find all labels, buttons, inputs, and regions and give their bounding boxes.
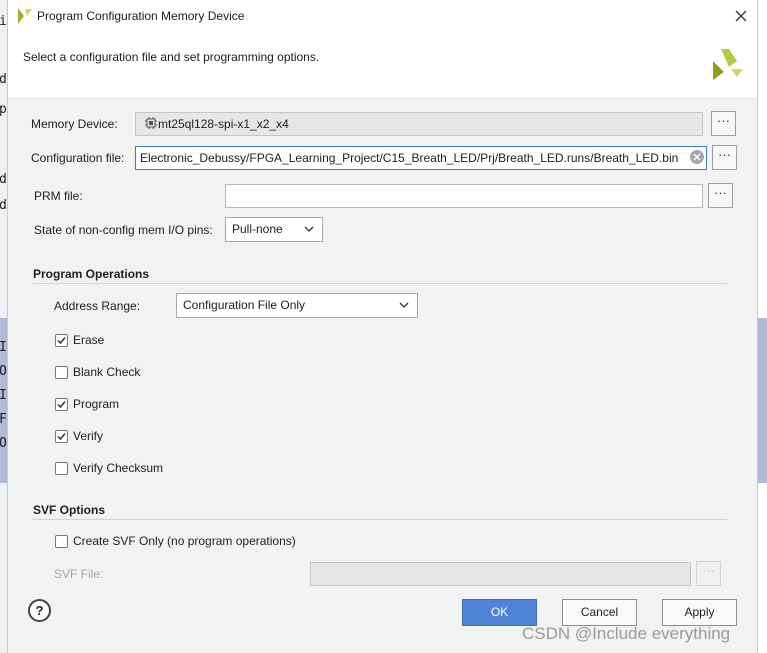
svf-file-input	[310, 562, 691, 586]
chevron-down-icon	[304, 226, 314, 232]
background-glyph: i	[0, 14, 7, 29]
section-divider	[33, 283, 727, 284]
close-icon	[735, 10, 747, 22]
config-file-value: Electronic_Debussy/FPGA_Learning_Project…	[140, 151, 679, 165]
checkmark-icon	[57, 401, 66, 409]
prm-file-browse-button[interactable]: ···	[708, 183, 733, 208]
window-title: Program Configuration Memory Device	[37, 9, 245, 23]
cancel-button[interactable]: Cancel	[562, 599, 637, 626]
blank-check-label: Blank Check	[73, 365, 141, 379]
background-glyph: d	[0, 172, 7, 187]
config-file-browse-button[interactable]: ···	[712, 145, 737, 170]
watermark-text: CSDN @Include everything	[522, 624, 731, 643]
program-checkbox[interactable]	[55, 398, 68, 411]
background-glyph: p	[0, 102, 7, 117]
verify-checkbox[interactable]	[55, 430, 68, 443]
create-svf-label: Create SVF Only (no program operations)	[73, 534, 296, 548]
verify-checksum-checkbox[interactable]	[55, 462, 68, 475]
program-operations-title: Program Operations	[33, 267, 150, 281]
xilinx-logo-icon	[18, 8, 32, 24]
address-range-select[interactable]: Configuration File Only	[176, 293, 418, 318]
state-pins-value: Pull-none	[232, 222, 283, 236]
chip-icon	[145, 117, 157, 129]
config-file-input[interactable]: Electronic_Debussy/FPGA_Learning_Project…	[135, 146, 707, 170]
dialog-header: Select a configuration file and set prog…	[8, 32, 757, 99]
clear-icon[interactable]	[690, 150, 704, 164]
apply-button[interactable]: Apply	[662, 599, 737, 626]
background-glyph: I	[0, 388, 7, 403]
instruction-text: Select a configuration file and set prog…	[23, 50, 320, 64]
blank-check-checkbox[interactable]	[55, 366, 68, 379]
memory-device-label: Memory Device:	[31, 117, 118, 131]
state-pins-select[interactable]: Pull-none	[225, 217, 323, 242]
background-glyph: F	[0, 412, 7, 427]
ok-button[interactable]: OK	[462, 599, 537, 626]
program-label: Program	[73, 397, 120, 411]
background-glyph: I	[0, 340, 7, 355]
chevron-down-icon	[399, 302, 409, 308]
svf-file-label: SVF File:	[54, 567, 104, 581]
memory-device-field: mt25ql128-spi-x1_x2_x4	[135, 112, 703, 136]
erase-checkbox[interactable]	[55, 334, 68, 347]
xilinx-logo-icon	[713, 49, 743, 80]
prm-file-label: PRM file:	[34, 189, 83, 203]
background-selection-band-right	[758, 318, 767, 483]
background-glyph: O	[0, 364, 7, 379]
background-glyph: O	[0, 436, 7, 451]
program-config-memory-dialog: Program Configuration Memory Device Sele…	[7, 0, 758, 653]
memory-device-value: mt25ql128-spi-x1_x2_x4	[158, 117, 289, 131]
prm-file-input[interactable]	[225, 184, 703, 208]
address-range-label: Address Range:	[54, 299, 141, 313]
config-file-label: Configuration file:	[31, 151, 125, 165]
memory-device-browse-button[interactable]: ···	[711, 111, 736, 136]
verify-label: Verify	[73, 429, 104, 443]
create-svf-checkbox[interactable]	[55, 535, 68, 548]
background-glyph: d	[0, 198, 7, 213]
title-bar: Program Configuration Memory Device	[8, 0, 757, 32]
svf-options-title: SVF Options	[33, 503, 105, 517]
address-range-value: Configuration File Only	[183, 298, 306, 312]
state-pins-label: State of non-config mem I/O pins:	[34, 223, 213, 237]
section-divider	[33, 519, 727, 520]
verify-checksum-label: Verify Checksum	[73, 461, 164, 475]
erase-label: Erase	[73, 333, 105, 347]
background-glyph: d	[0, 72, 7, 87]
svf-file-browse-button[interactable]: ···	[696, 561, 721, 586]
checkmark-icon	[57, 433, 66, 441]
checkmark-icon	[57, 337, 66, 345]
close-button[interactable]	[725, 0, 757, 32]
help-button[interactable]: ?	[28, 599, 51, 622]
